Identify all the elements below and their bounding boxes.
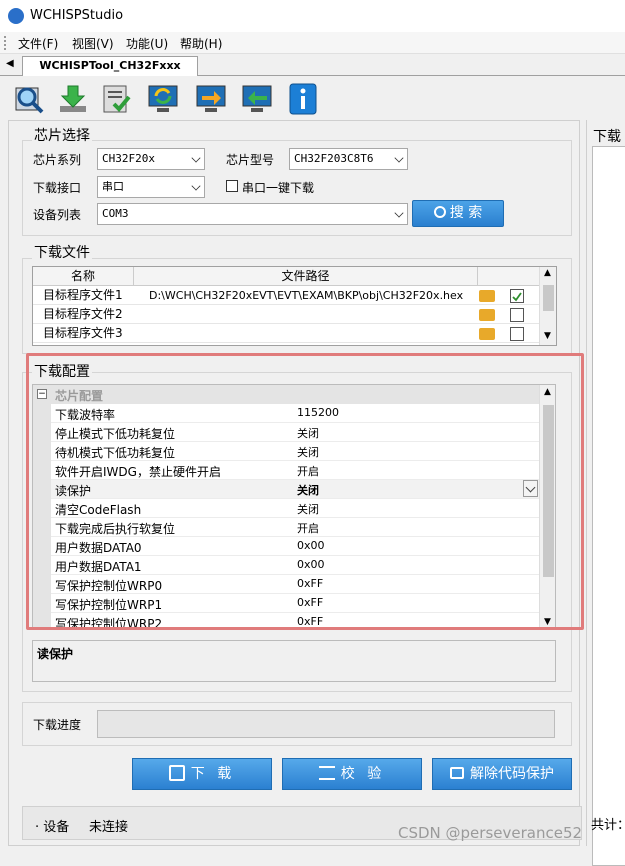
model-label: 芯片型号	[226, 153, 275, 167]
right-panel: 下载 共计：	[586, 120, 625, 866]
file-path	[149, 305, 479, 324]
tab-scroll-left-icon[interactable]: ◀	[6, 58, 14, 69]
refresh-icon[interactable]	[146, 82, 180, 116]
menu-bar: 文件(F) 视图(V) 功能(U) 帮助(H)	[0, 32, 625, 54]
search-icon	[433, 206, 446, 218]
right-panel-title: 下载	[593, 129, 621, 145]
device-list-select[interactable]: COM3	[97, 203, 408, 225]
chevron-down-icon	[191, 153, 201, 163]
file-table-scrollbar[interactable]: ▲ ▼	[539, 267, 556, 345]
window-title: WCHISPStudio	[30, 8, 124, 23]
search-chip-icon[interactable]	[12, 82, 46, 116]
chevron-down-icon	[394, 153, 404, 163]
tab-bar: ◀ WCHISPTool_CH32Fxxx	[0, 54, 625, 76]
interface-value: 串口	[102, 180, 124, 193]
column-header-path: 文件路径	[134, 267, 478, 286]
folder-icon[interactable]	[479, 290, 495, 302]
toolbar-grip-icon	[4, 36, 7, 50]
file-enable-checkbox[interactable]	[510, 327, 524, 341]
file-enable-checkbox[interactable]	[510, 308, 524, 322]
one-key-download-checkbox[interactable]	[226, 180, 238, 192]
table-row[interactable]: 目标程序文件3	[33, 324, 539, 343]
menu-function[interactable]: 功能(U)	[126, 35, 168, 52]
total-label: 共计：	[591, 818, 625, 833]
file-path: D:\WCH\CH32F20xEVT\EVT\EXAM\BKP\obj\CH32…	[149, 289, 464, 302]
checkmark-icon	[512, 292, 522, 302]
export-icon[interactable]	[194, 82, 228, 116]
menu-view[interactable]: 视图(V)	[72, 35, 114, 52]
folder-icon[interactable]	[479, 328, 495, 340]
verify-button[interactable]: 校 验	[282, 758, 422, 790]
file-name: 目标程序文件3	[43, 326, 123, 340]
folder-icon[interactable]	[479, 309, 495, 321]
tab-wchisptool[interactable]: WCHISPTool_CH32Fxxx	[22, 56, 198, 76]
lock-icon	[450, 767, 464, 779]
menu-file[interactable]: 文件(F)	[18, 35, 58, 52]
file-name: 目标程序文件1	[43, 288, 123, 302]
download-button-label: 下 载	[190, 766, 236, 782]
file-enable-checkbox[interactable]	[510, 289, 524, 303]
scroll-thumb[interactable]	[543, 285, 554, 311]
log-output	[592, 146, 625, 866]
chip-select-title: 芯片选择	[32, 125, 92, 145]
file-path	[149, 324, 479, 343]
device-status-label: · 设备	[35, 820, 70, 835]
unprotect-button-label: 解除代码保护	[470, 766, 554, 782]
search-button[interactable]: 搜 索	[412, 200, 504, 227]
interface-label: 下载接口	[33, 181, 82, 195]
chevron-down-icon	[394, 208, 404, 218]
one-key-download-label: 串口一键下载	[242, 181, 315, 195]
scroll-down-icon[interactable]: ▼	[544, 331, 551, 341]
property-description-title: 读保护	[37, 647, 74, 661]
series-select[interactable]: CH32F20x	[97, 148, 205, 170]
model-select[interactable]: CH32F203C8T6	[289, 148, 408, 170]
app-icon	[8, 8, 24, 24]
info-icon[interactable]	[286, 82, 320, 116]
interface-select[interactable]: 串口	[97, 176, 205, 198]
model-value: CH32F203C8T6	[294, 152, 374, 165]
table-row[interactable]: 目标程序文件1 D:\WCH\CH32F20xEVT\EVT\EXAM\BKP\…	[33, 286, 539, 305]
download-button[interactable]: 下 载	[132, 758, 272, 790]
scroll-up-icon[interactable]: ▲	[544, 268, 551, 278]
series-label: 芯片系列	[33, 153, 82, 167]
highlight-box	[26, 353, 584, 630]
verify-button-label: 校 验	[340, 766, 386, 782]
chip-download-icon	[168, 765, 185, 781]
device-list-label: 设备列表	[33, 208, 82, 222]
search-button-label: 搜 索	[449, 205, 483, 221]
device-status-value: 未连接	[89, 820, 129, 835]
list-check-icon	[318, 766, 335, 780]
series-value: CH32F20x	[102, 152, 155, 165]
unprotect-button[interactable]: 解除代码保护	[432, 758, 572, 790]
file-name: 目标程序文件2	[43, 307, 123, 321]
menu-help[interactable]: 帮助(H)	[180, 35, 222, 52]
progress-label: 下载进度	[33, 718, 82, 732]
file-table-header: 名称 文件路径	[33, 267, 539, 286]
chevron-down-icon	[191, 181, 201, 191]
verify-icon[interactable]	[100, 82, 134, 116]
title-bar: WCHISPStudio	[0, 0, 625, 32]
download-files-title: 下载文件	[32, 242, 92, 262]
download-icon[interactable]	[56, 82, 90, 116]
property-description: 读保护	[32, 640, 556, 682]
import-icon[interactable]	[240, 82, 274, 116]
column-header-name: 名称	[33, 267, 134, 286]
table-row[interactable]: 目标程序文件2	[33, 305, 539, 324]
device-list-value: COM3	[102, 207, 129, 220]
file-table: 名称 文件路径 目标程序文件1 D:\WCH\CH32F20xEVT\EVT\E…	[32, 266, 557, 346]
watermark: CSDN @perseverance52	[398, 824, 583, 842]
progress-bar	[97, 710, 555, 738]
